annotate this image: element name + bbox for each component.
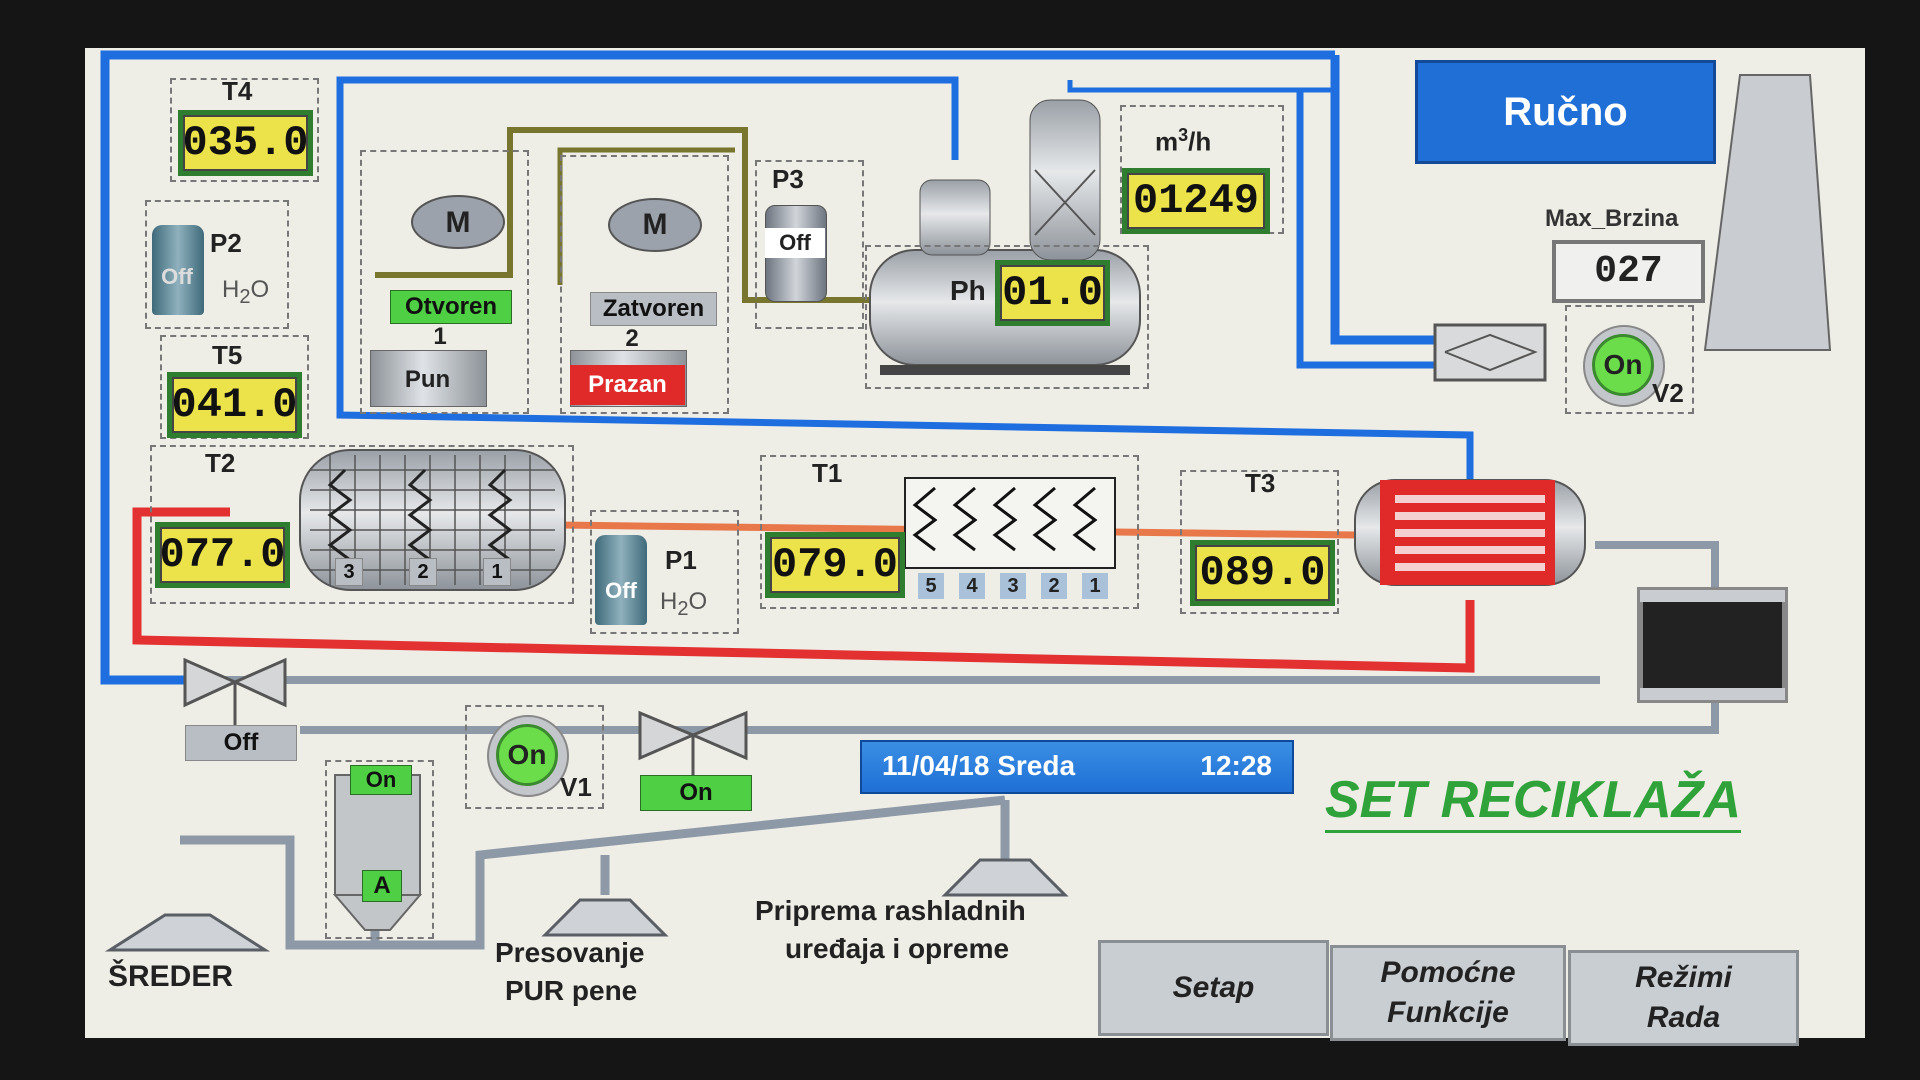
t1-label: T1 (812, 458, 843, 488)
carbon-filter (1637, 587, 1788, 703)
p1-label: P1 (665, 545, 697, 575)
v2-fan-state[interactable]: On (1592, 334, 1654, 396)
p2-label: P2 (210, 228, 242, 258)
ph-display: 01.0 (995, 260, 1110, 326)
station-press-line2: PUR pene (505, 975, 638, 1006)
heater-t2-seg[interactable]: 1 (483, 558, 511, 586)
heater-t2-seg[interactable]: 2 (409, 558, 437, 586)
p2-state: Off (161, 264, 193, 289)
hood-press (541, 898, 669, 937)
heater-t2-segments: 3 2 1 (335, 558, 511, 586)
operating-modes-button[interactable]: Režimi Rada (1568, 950, 1799, 1046)
mixer1-level: Pun (404, 366, 451, 393)
station-prep-line2: uređaja i opreme (785, 933, 1010, 964)
aux-functions-button[interactable]: Pomoćne Funkcije (1330, 945, 1566, 1041)
max-speed-input[interactable]: 027 (1552, 240, 1705, 303)
filter-state[interactable]: On (350, 765, 412, 795)
t4-label: T4 (222, 76, 253, 106)
ph-column (1029, 99, 1101, 261)
heater-t1-seg[interactable]: 5 (918, 573, 944, 599)
t5-display: 041.0 (167, 372, 302, 438)
p2-medium: H2O (222, 276, 270, 308)
mixer2-state[interactable]: Zatvoren (590, 292, 717, 326)
ph-dome-left (919, 179, 991, 256)
status-date: 11/04/18 Sreda (882, 750, 1076, 781)
cyclone-tower (1703, 74, 1832, 351)
mixer1-motor-icon: M (445, 206, 471, 239)
operating-modes-line2: Rada (1646, 1001, 1721, 1034)
heater-t2-seg[interactable]: 3 (335, 558, 363, 586)
screen-title: SET RECIKLAŽA (1325, 770, 1741, 833)
t5-label: T5 (212, 340, 243, 370)
mixer1-state[interactable]: Otvoren (390, 290, 512, 324)
valve-left-state[interactable]: Off (185, 725, 297, 761)
flow-display: 01249 (1122, 168, 1270, 234)
t2-label: T2 (205, 448, 236, 478)
flow-unit: m3/h (1155, 125, 1212, 157)
valve-right-state[interactable]: On (640, 775, 752, 811)
setup-button[interactable]: Setap (1098, 940, 1329, 1036)
hood-shredder (104, 913, 271, 952)
heater-t1-seg[interactable]: 2 (1041, 573, 1067, 599)
status-bar: 11/04/18 Sreda 12:28 (860, 740, 1294, 794)
p3-label: P3 (772, 164, 804, 194)
p1-medium: H2O (660, 588, 708, 620)
mixer2-level: Prazan (570, 365, 685, 405)
operating-modes-line1: Režimi (1635, 961, 1732, 994)
heater-t1-seg[interactable]: 3 (1000, 573, 1026, 599)
heater-t1-seg[interactable]: 1 (1082, 573, 1108, 599)
p3-state: Off (765, 228, 825, 258)
t2-display: 077.0 (155, 522, 290, 588)
valve-right-body (638, 710, 748, 775)
v1-fan-state[interactable]: On (496, 724, 558, 786)
heater-t1-segments: 5 4 3 2 1 (918, 573, 1108, 599)
mixer2-number: 2 (625, 325, 639, 352)
t4-display: 035.0 (178, 110, 313, 176)
ph-label: Ph (950, 275, 986, 306)
valve-left-body (183, 657, 287, 725)
max-speed-label: Max_Brzina (1545, 205, 1679, 232)
station-shredder: ŠREDER (108, 960, 234, 993)
p1-state: Off (605, 578, 637, 603)
t3-label: T3 (1245, 468, 1276, 498)
mixer1-number: 1 (433, 323, 447, 350)
aux-functions-line2: Funkcije (1387, 996, 1509, 1029)
separator (1433, 323, 1547, 382)
manual-mode-button[interactable]: Ručno (1415, 60, 1716, 164)
station-press-line1: Presovanje (495, 937, 645, 968)
heater-t1-seg[interactable]: 4 (959, 573, 985, 599)
cold-line-to-cyclone (1067, 80, 1335, 93)
station-prep-line1: Priprema rashladnih (755, 895, 1026, 926)
filter-label: A (362, 870, 402, 902)
t1-display: 079.0 (765, 532, 905, 598)
aux-functions-line1: Pomoćne (1380, 956, 1516, 989)
status-time: 12:28 (1200, 750, 1272, 781)
v1-label: V1 (560, 772, 592, 802)
t3-display: 089.0 (1190, 540, 1335, 606)
v2-label: V2 (1652, 378, 1684, 408)
hood-prep (941, 858, 1069, 897)
mixer2-motor-icon: M (642, 208, 668, 241)
